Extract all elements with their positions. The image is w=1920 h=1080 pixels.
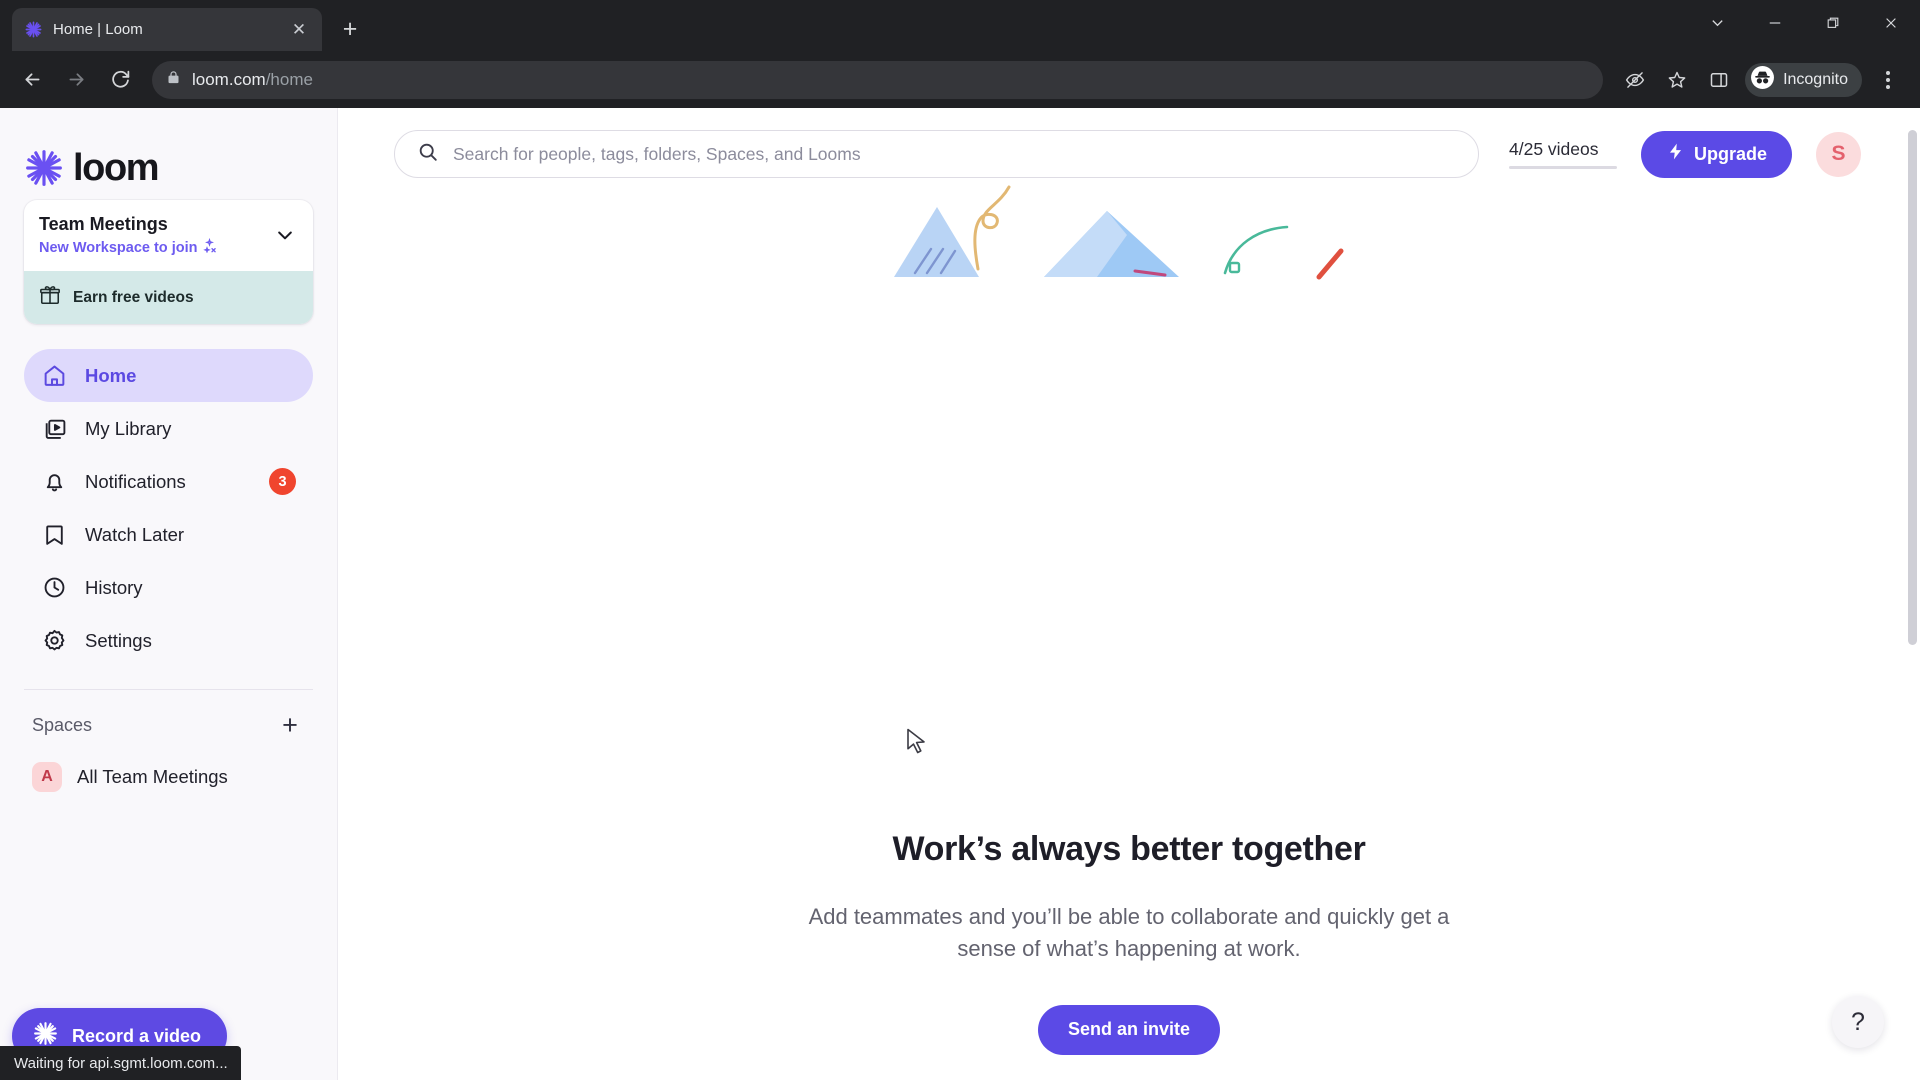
tab-close-icon[interactable]: ✕ xyxy=(288,19,310,41)
sidebar-nav: Home My Library Notifications 3 Watch La… xyxy=(24,349,313,667)
sidebar-item-notifications-label: Notifications xyxy=(85,470,186,492)
clock-icon xyxy=(41,574,68,601)
help-button[interactable]: ? xyxy=(1832,996,1884,1048)
tab-title: Home | Loom xyxy=(53,21,143,38)
back-button[interactable] xyxy=(12,60,52,100)
sidebar-item-my-library[interactable]: My Library xyxy=(24,402,313,455)
space-avatar: A xyxy=(32,762,62,793)
browser-toolbar: loom.com/home Incognito xyxy=(0,51,1920,108)
lightning-bolt-icon xyxy=(1666,142,1685,166)
browser-chrome: Home | Loom ✕ + loom.com/home Incognito xyxy=(0,0,1920,108)
add-space-button[interactable]: + xyxy=(275,710,305,740)
url-text: loom.com/home xyxy=(192,70,313,90)
video-quota: 4/25 videos xyxy=(1509,139,1617,169)
url-path: /home xyxy=(265,69,313,89)
chevron-down-icon[interactable] xyxy=(272,225,298,245)
gear-icon xyxy=(41,627,68,654)
workspace-selector[interactable]: Team Meetings New Workspace to join xyxy=(24,200,313,271)
tab-strip: Home | Loom ✕ + xyxy=(0,0,1920,51)
kebab-menu-icon[interactable] xyxy=(1868,60,1908,100)
empty-state-title: Work’s always better together xyxy=(892,830,1366,868)
bell-icon xyxy=(41,468,68,495)
video-quota-label: 4/25 videos xyxy=(1509,139,1599,159)
tab-search-chevron-down-icon[interactable] xyxy=(1688,0,1746,45)
reload-button[interactable] xyxy=(100,60,140,100)
space-label: All Team Meetings xyxy=(77,766,228,788)
workspace-join-link[interactable]: New Workspace to join xyxy=(39,238,272,257)
sidebar-divider xyxy=(24,689,313,691)
sidebar-item-home-label: Home xyxy=(85,364,137,386)
sidebar-item-watch-later[interactable]: Watch Later xyxy=(24,508,313,561)
spaces-header: Spaces + xyxy=(24,698,313,752)
sidebar-item-home[interactable]: Home xyxy=(24,349,313,403)
loom-app: loom Team Meetings New Workspace to join xyxy=(0,108,1920,1080)
library-video-icon xyxy=(41,415,68,442)
empty-state: Work’s always better together Add teamma… xyxy=(338,185,1920,1080)
notifications-badge: 3 xyxy=(269,468,296,496)
home-icon xyxy=(41,362,68,389)
incognito-badge[interactable]: Incognito xyxy=(1745,62,1862,97)
top-bar: 4/25 videos Upgrade S xyxy=(338,108,1920,200)
eye-off-icon[interactable] xyxy=(1615,60,1655,100)
sidebar-space-all-team-meetings[interactable]: A All Team Meetings xyxy=(24,752,313,802)
search-bar[interactable] xyxy=(394,130,1479,178)
sidebar-item-history-label: History xyxy=(85,576,143,598)
search-input[interactable] xyxy=(453,143,1456,165)
url-domain: loom.com xyxy=(192,69,266,89)
address-bar[interactable]: loom.com/home xyxy=(152,60,1604,99)
bookmark-icon xyxy=(41,521,68,548)
incognito-label: Incognito xyxy=(1783,70,1848,88)
upgrade-label: Upgrade xyxy=(1694,143,1768,164)
gift-icon xyxy=(39,284,61,311)
sidebar-item-watch-later-label: Watch Later xyxy=(85,523,185,545)
sidebar-item-my-library-label: My Library xyxy=(85,417,172,439)
close-window-icon[interactable] xyxy=(1862,0,1920,45)
page-scrollbar[interactable] xyxy=(1905,108,1920,1080)
logo-wordmark: loom xyxy=(73,146,160,189)
workspace-name: Team Meetings xyxy=(39,214,168,234)
sidebar-item-settings[interactable]: Settings xyxy=(24,614,313,667)
workspace-card: Team Meetings New Workspace to join Earn… xyxy=(24,200,313,325)
window-controls xyxy=(1688,0,1920,45)
toolbar-icons: Incognito xyxy=(1615,60,1908,100)
sidebar-item-history[interactable]: History xyxy=(24,561,313,614)
sidebar-item-notifications[interactable]: Notifications 3 xyxy=(24,455,313,508)
loom-logo-icon xyxy=(24,20,43,39)
earn-free-videos-label: Earn free videos xyxy=(73,288,194,306)
lock-icon xyxy=(166,70,181,90)
upgrade-button[interactable]: Upgrade xyxy=(1641,130,1793,178)
new-tab-button[interactable]: + xyxy=(332,11,368,47)
avatar[interactable]: S xyxy=(1816,131,1862,177)
app-logo[interactable]: loom xyxy=(24,108,313,200)
spaces-title: Spaces xyxy=(32,714,93,735)
sidebar-item-settings-label: Settings xyxy=(85,629,152,651)
page-scrollbar-thumb[interactable] xyxy=(1908,130,1917,645)
side-panel-icon[interactable] xyxy=(1699,60,1739,100)
earn-free-videos-button[interactable]: Earn free videos xyxy=(24,271,313,325)
incognito-icon xyxy=(1750,65,1775,95)
forward-button[interactable] xyxy=(56,60,96,100)
search-icon xyxy=(417,141,439,168)
maximize-icon[interactable] xyxy=(1804,0,1862,45)
empty-state-description: Add teammates and you’ll be able to coll… xyxy=(808,904,1450,961)
sparkle-person-icon xyxy=(202,238,217,257)
browser-tab[interactable]: Home | Loom ✕ xyxy=(12,8,322,51)
workspace-join-label: New Workspace to join xyxy=(39,239,198,256)
main-content: 4/25 videos Upgrade S xyxy=(338,108,1920,1080)
minimize-icon[interactable] xyxy=(1746,0,1804,45)
sidebar: loom Team Meetings New Workspace to join xyxy=(0,108,338,1080)
video-quota-progress xyxy=(1509,166,1617,169)
bookmark-star-icon[interactable] xyxy=(1657,60,1697,100)
loom-starburst-icon xyxy=(24,148,64,188)
record-a-video-label: Record a video xyxy=(72,1025,202,1046)
send-an-invite-button[interactable]: Send an invite xyxy=(1037,1004,1221,1055)
browser-status-bubble: Waiting for api.sgmt.loom.com... xyxy=(0,1046,241,1080)
